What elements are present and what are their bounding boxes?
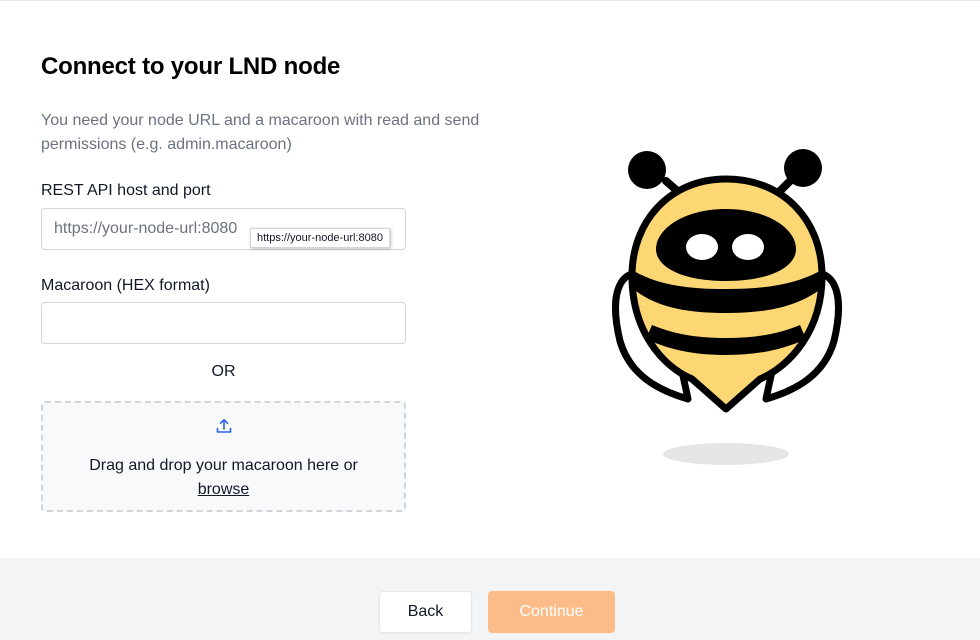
continue-button[interactable]: Continue — [488, 591, 615, 633]
page-description: You need your node URL and a macaroon wi… — [41, 112, 480, 153]
page-title: Connect to your LND node — [41, 53, 341, 80]
macaroon-dropzone[interactable]: Drag and drop your macaroon here or brow… — [41, 401, 406, 512]
bee-mascot-icon — [600, 141, 860, 486]
or-separator: OR — [211, 363, 236, 380]
host-field-label: REST API host and port — [41, 182, 211, 199]
macaroon-field-label: Macaroon (HEX format) — [41, 277, 210, 294]
macaroon-input[interactable] — [41, 302, 406, 344]
back-button[interactable]: Back — [379, 591, 472, 633]
dropzone-text: Drag and drop your macaroon here or brow… — [43, 454, 404, 502]
connect-card: Connect to your LND node You need your n… — [0, 0, 980, 558]
host-input-tooltip: https://your-node-url:8080 — [250, 228, 390, 248]
dropzone-instruction: Drag and drop your macaroon here or — [89, 457, 358, 474]
browse-link[interactable]: browse — [198, 481, 250, 498]
upload-icon — [215, 417, 233, 440]
